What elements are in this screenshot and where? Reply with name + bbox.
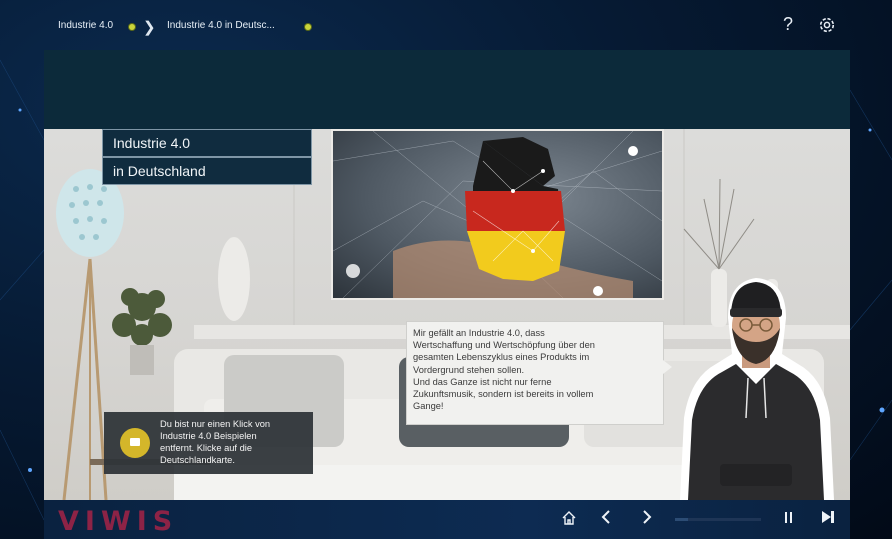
stage-header (44, 50, 850, 129)
speech-line: Mir gefällt an Industrie 4.0, dass (413, 328, 545, 338)
avatar-character (676, 268, 836, 500)
help-icon[interactable]: ? (783, 14, 793, 35)
hint-text: Du bist nur einen Klick von Industrie 4.… (160, 418, 310, 466)
breadcrumb-item-industrie[interactable]: Industrie 4.0 (58, 20, 113, 31)
germany-map-painting[interactable] (331, 129, 664, 300)
hint-line: Du bist nur einen Klick von (160, 419, 271, 429)
progress-bar[interactable] (675, 518, 761, 521)
speech-line: Und das Ganze ist nicht nur ferne (413, 376, 552, 387)
top-bar: Industrie 4.0 ❯ Industrie 4.0 in Deutsc.… (44, 8, 850, 48)
speech-bubble: Mir gefällt an Industrie 4.0, dass Werts… (406, 321, 672, 425)
hint-line: Industrie 4.0 Beispielen (160, 431, 257, 441)
brand-logo: VIWIS (58, 506, 179, 537)
chevron-right-icon: ❯ (143, 19, 156, 36)
breadcrumb-item-deutschland[interactable]: Industrie 4.0 in Deutsc... (167, 20, 275, 31)
speech-line: Gange! (413, 401, 444, 412)
message-icon (120, 428, 150, 458)
gear-icon[interactable] (817, 15, 837, 35)
progress-fill (675, 518, 688, 521)
status-dot-icon (129, 24, 135, 30)
speech-line: Zukunftsmusik, sondern ist bereits in vo… (413, 389, 594, 400)
home-icon[interactable] (561, 510, 577, 531)
chevron-left-icon[interactable] (600, 509, 612, 530)
speech-line: Vordergrund stehen sollen. (413, 364, 525, 375)
hint-box: Du bist nur einen Klick von Industrie 4.… (104, 412, 313, 474)
title-line-1: Industrie 4.0 (102, 129, 312, 157)
bottom-bar: VIWIS (44, 500, 850, 539)
content-stage: Industrie 4.0 in Deutschland Mir gefällt… (44, 50, 850, 500)
status-dot-icon (305, 24, 311, 30)
pause-icon[interactable] (783, 509, 795, 530)
skip-next-icon[interactable] (820, 509, 836, 530)
hint-line: Deutschlandkarte. (160, 455, 235, 465)
hint-line: entfernt. Klicke auf die (160, 443, 252, 453)
title-line-2: in Deutschland (102, 157, 312, 185)
chevron-right-icon[interactable] (641, 509, 653, 530)
speech-line: Wertschaffung und Wertschöpfung über den (413, 340, 595, 351)
speech-line: gesamten Lebenszyklus eines Produkts im (413, 352, 590, 363)
